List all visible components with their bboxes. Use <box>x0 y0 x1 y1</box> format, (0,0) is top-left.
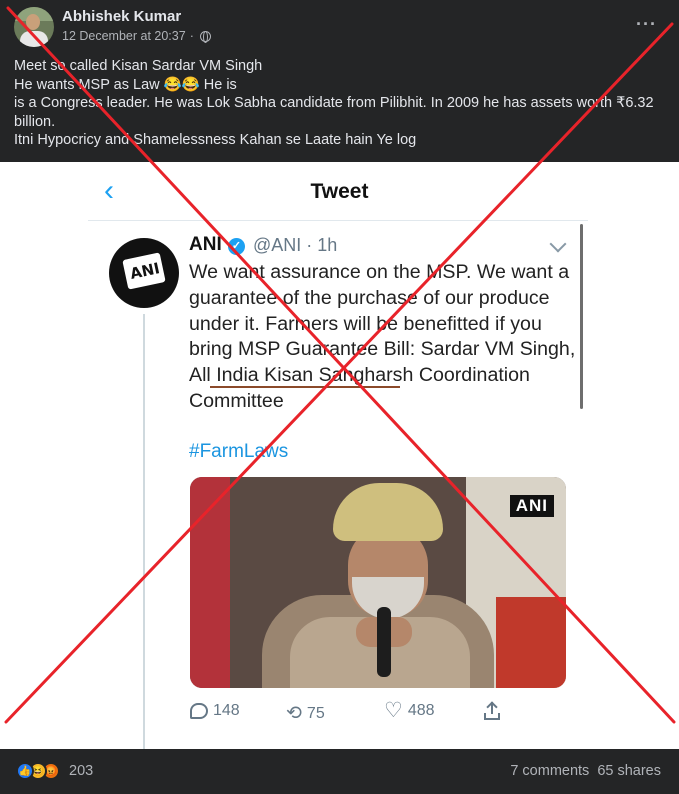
post-timestamp[interactable]: 12 December at 20:37 <box>62 29 186 43</box>
reply-count: 148 <box>213 702 240 719</box>
author-name[interactable]: Abhishek Kumar <box>62 8 181 25</box>
tweet-media-photo: ANI <box>190 477 566 688</box>
post-meta: 12 December at 20:37 · <box>62 29 211 43</box>
post-text-line: He wants MSP as Law 😂😂 He is <box>14 76 237 93</box>
retweet-action: ⟲ 75 <box>286 702 325 725</box>
verified-badge-icon: ✓ <box>228 238 245 255</box>
tweet-author-name: ANI <box>189 234 222 255</box>
more-options-icon[interactable]: ··· <box>636 14 657 35</box>
thread-line <box>143 314 145 749</box>
name-underline <box>210 386 400 388</box>
reply-action: 148 <box>190 702 240 720</box>
retweet-count: 75 <box>306 704 325 722</box>
reply-icon <box>190 703 208 719</box>
tweet-screenshot-image[interactable]: ‹ Tweet ANI ANI ✓ @ANI · 1h We want assu… <box>0 162 679 749</box>
tweet-actions: 148 ⟲ 75 ♡ 488 <box>188 699 518 726</box>
heart-icon: ♡ <box>384 699 403 722</box>
post-header: Abhishek Kumar 12 December at 20:37 · ··… <box>0 0 679 58</box>
globe-icon <box>199 30 211 43</box>
shares-link[interactable]: 65 shares <box>597 763 661 779</box>
post-footer: 👍 😆 😡 203 7 comments 65 shares <box>0 749 679 794</box>
post-text-line: Itni Hypocricy and Shamelessness Kahan s… <box>14 132 417 149</box>
like-reaction-icon: 👍 <box>16 762 34 780</box>
post-text-line: is a Congress leader. He was Lok Sabha c… <box>14 95 654 130</box>
tweet-body: We want assurance on the MSP. We want a … <box>189 261 576 412</box>
post-text-line: Meet so called Kisan Sardar VM Singh <box>14 58 263 74</box>
reaction-count: 203 <box>69 763 94 779</box>
like-count: 488 <box>407 702 435 719</box>
post-text: Meet so called Kisan Sardar VM Singh He … <box>14 57 669 150</box>
scrollbar <box>580 224 583 409</box>
chevron-down-icon <box>549 235 567 253</box>
engagement-counts: 7 comments 65 shares <box>510 763 661 779</box>
share-action <box>484 701 500 720</box>
retweet-icon: ⟲ <box>286 703 302 724</box>
ani-watermark: ANI <box>509 495 554 517</box>
ani-avatar: ANI <box>109 238 179 308</box>
tweet-handle-time: @ANI · 1h <box>253 235 338 255</box>
comments-link[interactable]: 7 comments <box>510 763 589 779</box>
author-avatar[interactable] <box>14 7 54 47</box>
tweet-hashtag: #FarmLaws <box>189 441 289 462</box>
tweet-divider <box>88 220 588 221</box>
reactions-summary[interactable]: 👍 😆 😡 203 <box>16 762 93 780</box>
tweet-header-title: Tweet <box>310 180 369 203</box>
like-action: ♡ 488 <box>384 699 435 722</box>
meta-separator: · <box>189 29 194 43</box>
share-icon <box>484 701 500 720</box>
